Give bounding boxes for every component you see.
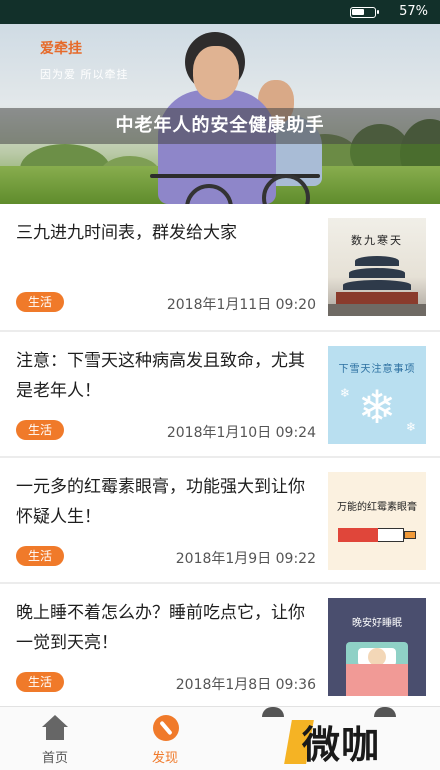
status-bar: 57% [0, 0, 440, 24]
battery-percent: 57% [399, 4, 428, 19]
nav-label: 发现 [151, 751, 178, 766]
temple-crowd [328, 304, 426, 316]
article-item[interactable]: 注意：下雪天这种病高发且致命，尤其是老年人！ 生活 2018年1月10日 09:… [0, 332, 440, 458]
thumbnail-caption: 数九寒天 [351, 234, 403, 247]
sleep-image: 晚安好睡眠 [328, 598, 426, 696]
sleep-blanket [346, 664, 408, 696]
article-date: 2018年1月11日 09:20 [166, 297, 316, 313]
brand-slogan: 因为爱 所以牵挂 [40, 68, 129, 81]
compass-icon-circle [153, 715, 179, 741]
article-date: 2018年1月10日 09:24 [166, 425, 316, 441]
nav-item-home[interactable]: 首页 [0, 707, 110, 770]
thumbnail-caption: 万能的红霉素眼膏 [337, 502, 417, 513]
article-item[interactable]: 三九进九时间表，群发给大家 生活 2018年1月11日 09:20 数九寒天 [0, 204, 440, 330]
temple-roof [349, 268, 405, 278]
ointment-image: 万能的红霉素眼膏 [328, 472, 426, 570]
snowflake-icon: ❄ [406, 420, 417, 434]
article-title: 一元多的红霉素眼膏，功能强大到让你怀疑人生！ [16, 477, 305, 527]
banner-woman-face [193, 46, 239, 100]
snowflake-icon: ❄ [340, 386, 351, 400]
compass-needle [159, 720, 173, 736]
article-title: 晚上睡不着怎么办？睡前吃点它，让你一觉到天亮！ [16, 603, 305, 653]
brand-logo: 爱牵挂 [40, 41, 82, 57]
battery-level-fill [352, 9, 364, 15]
thumbnail-caption: 晚安好睡眠 [352, 618, 402, 629]
snowflake-image: 下雪天注意事项 ❄ ❄ ❄ [328, 346, 426, 444]
watermark-logo: 微咖 [284, 710, 400, 767]
snowflake-icon: ❄ [357, 380, 397, 434]
nav-item-discover[interactable]: 发现 [110, 707, 220, 770]
battery-icon [350, 7, 379, 18]
article-item[interactable]: 晚上睡不着怎么办？睡前吃点它，让你一觉到天亮！ 生活 2018年1月8日 09:… [0, 584, 440, 710]
temple-roof [355, 256, 399, 266]
nav-label: 首页 [41, 751, 68, 766]
category-tag: 生活 [16, 420, 64, 440]
article-item[interactable]: 一元多的红霉素眼膏，功能强大到让你怀疑人生！ 生活 2018年1月9日 09:2… [0, 458, 440, 584]
category-tag: 生活 [16, 546, 64, 566]
temple-roof [343, 280, 411, 290]
thumbnail-caption: 下雪天注意事项 [338, 364, 416, 375]
ointment-label [338, 528, 378, 542]
home-icon [40, 715, 70, 741]
article-title: 三九进九时间表，群发给大家 [16, 223, 237, 243]
watermark-text: 微咖 [302, 723, 381, 767]
article-date: 2018年1月9日 09:22 [175, 551, 316, 567]
article-date: 2018年1月8日 09:36 [175, 677, 316, 693]
article-title: 注意：下雪天这种病高发且致命，尤其是老年人！ [16, 351, 305, 401]
compass-icon [150, 715, 180, 741]
category-tag: 生活 [16, 672, 64, 692]
banner-title: 中老年人的安全健康助手 [115, 115, 325, 136]
temple-image: 数九寒天 [328, 218, 426, 316]
ointment-cap [404, 531, 416, 539]
nav-icon-partial[interactable] [262, 707, 284, 717]
category-tag: 生活 [16, 292, 64, 312]
banner[interactable]: 爱牵挂 因为爱 所以牵挂 中老年人的安全健康助手 [0, 24, 440, 204]
home-icon-body [46, 726, 64, 740]
